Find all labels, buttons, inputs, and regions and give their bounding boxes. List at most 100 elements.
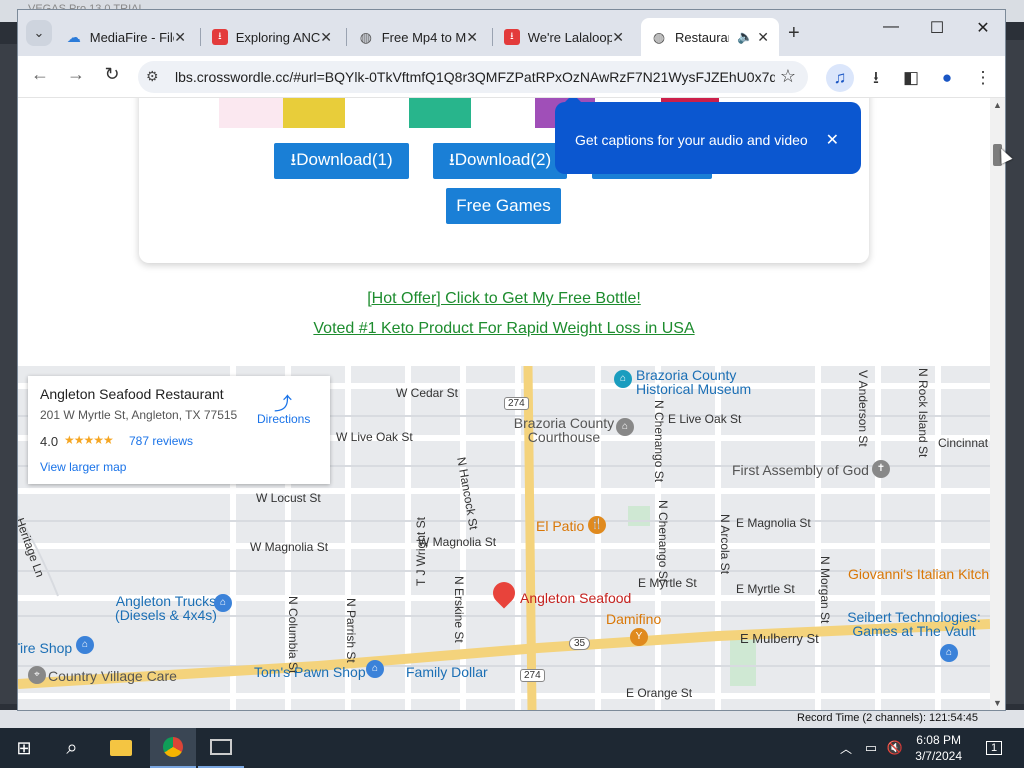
close-icon[interactable]: ✕ xyxy=(466,29,478,46)
care-pin-icon[interactable]: ⌖ xyxy=(28,666,46,684)
bar-pin-icon[interactable]: Y xyxy=(630,628,648,646)
show-hidden-icons-icon[interactable]: ︿ xyxy=(836,728,856,768)
embedded-map[interactable]: 274 274 35 W Cedar St W Live Oak St W Lo… xyxy=(18,366,990,710)
close-icon[interactable]: ✕ xyxy=(612,29,624,46)
address-bar[interactable]: ⚙ lbs.crosswordle.cc/#url=BQYlk-0TkVftmf… xyxy=(138,61,808,93)
minimize-button[interactable]: — xyxy=(868,18,914,36)
close-icon[interactable]: ✕ xyxy=(757,29,769,46)
mediafire-icon: ☁ xyxy=(66,28,81,45)
poi-brazoria-museum[interactable]: Brazoria County Historical Museum xyxy=(636,368,786,396)
reload-button[interactable]: ↻ xyxy=(98,64,126,85)
vegas-pro-icon[interactable] xyxy=(198,728,244,768)
close-icon[interactable]: ✕ xyxy=(320,29,332,46)
place-name: Angleton Seafood Restaurant xyxy=(40,386,224,402)
directions-link[interactable]: Directions xyxy=(257,412,310,426)
bookmark-star-icon[interactable]: ☆ xyxy=(780,66,796,87)
tab-separator xyxy=(492,28,493,46)
page-viewport: ⭳Download(1) ⭳Download(2) Free Games Get… xyxy=(18,98,990,710)
volume-muted-icon[interactable]: 🔇 xyxy=(884,728,906,768)
scroll-up-icon[interactable]: ▲ xyxy=(993,100,1002,110)
tab-title: MediaFire - File xyxy=(89,29,175,45)
poi-giovannis[interactable]: Giovanni's Italian Kitch xyxy=(848,566,989,582)
close-window-button[interactable]: ✕ xyxy=(960,18,1005,38)
background-app-right-panel xyxy=(1005,40,1024,704)
poi-tire-shop[interactable]: Tire Shop xyxy=(18,640,72,656)
street-label: W Locust St xyxy=(256,491,321,505)
media-control-button[interactable]: ♫ xyxy=(826,64,854,92)
street-label: N Morgan St xyxy=(818,556,832,624)
tab-exploring[interactable]: ⭳ Exploring ANC ✕ xyxy=(202,18,342,56)
street-label: W Magnolia St xyxy=(418,535,497,549)
view-larger-map-link[interactable]: View larger map xyxy=(40,460,126,474)
side-panel-button[interactable]: ◧ xyxy=(897,64,925,92)
network-icon[interactable]: ▭ xyxy=(860,728,882,768)
system-clock[interactable]: 6:08 PM 3/7/2024 xyxy=(915,732,962,764)
profile-avatar-icon[interactable]: ● xyxy=(933,64,961,92)
courthouse-pin-icon[interactable]: ⌂ xyxy=(616,418,634,436)
chrome-icon[interactable] xyxy=(150,728,196,768)
start-button[interactable]: ⊞ xyxy=(6,728,42,768)
street-label: V Anderson St xyxy=(856,370,870,447)
scroll-down-icon[interactable]: ▼ xyxy=(993,698,1002,708)
street-label: E Orange St xyxy=(626,686,693,700)
close-icon[interactable]: ✕ xyxy=(826,130,839,150)
tab-free-mp4[interactable]: ◍ Free Mp4 to M ✕ xyxy=(348,18,488,56)
menu-kebab-icon[interactable]: ⋮ xyxy=(969,64,997,92)
windows-taskbar: ⊞ ⌕ ︿ ▭ 🔇 6:08 PM 3/7/2024 1 xyxy=(0,728,1024,768)
tab-mediafire[interactable]: ☁ MediaFire - File ✕ xyxy=(56,18,196,56)
forward-button[interactable]: → xyxy=(62,64,90,85)
place-info-card: Angleton Seafood Restaurant 201 W Myrtle… xyxy=(28,376,330,484)
hot-offer-link[interactable]: [Hot Offer] Click to Get My Free Bottle! xyxy=(18,290,990,308)
poi-angleton-trucks[interactable]: Angleton Trucks (Diesels & 4x4s) xyxy=(106,594,226,622)
poi-label: Brazoria County Courthouse xyxy=(513,415,615,445)
shop-pin-icon[interactable]: ⌂ xyxy=(214,594,232,612)
download-icon: ⭳ xyxy=(212,29,228,45)
downloads-button[interactable]: ⭳ xyxy=(862,64,890,92)
free-games-button[interactable]: Free Games xyxy=(446,188,561,224)
museum-pin-icon[interactable]: ⌂ xyxy=(614,370,632,388)
maximize-button[interactable]: ☐ xyxy=(914,18,960,38)
url-text[interactable]: lbs.crosswordle.cc/#url=BQYlk-0TkVftmfQ1… xyxy=(175,69,775,85)
poi-angleton-seafood[interactable]: Angleton Seafood xyxy=(520,590,631,606)
shop-pin-icon[interactable]: ⌂ xyxy=(76,636,94,654)
notifications-icon[interactable]: 1 xyxy=(980,728,1008,768)
file-explorer-icon[interactable] xyxy=(100,728,142,768)
page-scrollbar[interactable]: ▲ ▼ xyxy=(990,98,1005,710)
tab-title: Free Mp4 to M xyxy=(381,29,467,45)
poi-first-assembly[interactable]: First Assembly of God xyxy=(732,462,869,478)
poi-toms-pawn[interactable]: Tom's Pawn Shop xyxy=(254,664,366,680)
church-pin-icon[interactable]: ✝ xyxy=(872,460,890,478)
shop-pin-icon[interactable]: ⌂ xyxy=(366,660,384,678)
clock-time: 6:08 PM xyxy=(916,733,961,747)
street-label: W Cedar St xyxy=(396,386,459,400)
poi-country-village[interactable]: Country Village Care xyxy=(48,668,177,684)
download-icon: ⭳ xyxy=(504,29,520,45)
tab-search-button[interactable]: ⌄ xyxy=(26,20,52,46)
tab-lalaloop[interactable]: ⭳ We're Lalaloop ✕ xyxy=(494,18,634,56)
background-app-left-panel xyxy=(0,44,18,704)
download-1-button[interactable]: ⭳Download(1) xyxy=(274,143,409,179)
poi-courthouse[interactable]: Brazoria County Courthouse xyxy=(512,416,616,444)
street-label: N Rock Island St xyxy=(916,368,930,458)
speaker-icon[interactable]: 🔈 xyxy=(737,29,753,45)
poi-seibert[interactable]: Seibert Technologies: Games at The Vault xyxy=(834,610,990,638)
back-button[interactable]: ← xyxy=(26,64,54,85)
shop-pin-icon[interactable]: ⌂ xyxy=(940,644,958,662)
reviews-link[interactable]: 787 reviews xyxy=(129,434,193,448)
download-2-button[interactable]: ⭳Download(2) xyxy=(433,143,567,179)
site-info-icon[interactable]: ⚙ xyxy=(146,68,159,85)
restaurant-pin-icon[interactable]: 🍴 xyxy=(588,516,606,534)
keto-product-link[interactable]: Voted #1 Keto Product For Rapid Weight L… xyxy=(18,320,990,338)
highway-274-shield: 274 xyxy=(504,397,529,410)
tab-title: Restaurant xyxy=(675,29,729,45)
street-label: E Magnolia St xyxy=(736,516,811,530)
poi-family-dollar[interactable]: Family Dollar xyxy=(406,664,488,680)
new-tab-button[interactable]: + xyxy=(788,22,800,45)
poi-damifino[interactable]: Damifino xyxy=(606,611,661,627)
close-icon[interactable]: ✕ xyxy=(174,29,186,46)
poi-el-patio[interactable]: El Patio xyxy=(536,518,584,534)
captions-popup-text: Get captions for your audio and video xyxy=(575,132,808,148)
tab-restaurant[interactable]: ◍ Restaurant 🔈 ✕ xyxy=(641,18,779,56)
search-icon[interactable]: ⌕ xyxy=(52,728,92,768)
tab-strip: ⌄ ☁ MediaFire - File ✕ ⭳ Exploring ANC ✕… xyxy=(18,10,1005,56)
